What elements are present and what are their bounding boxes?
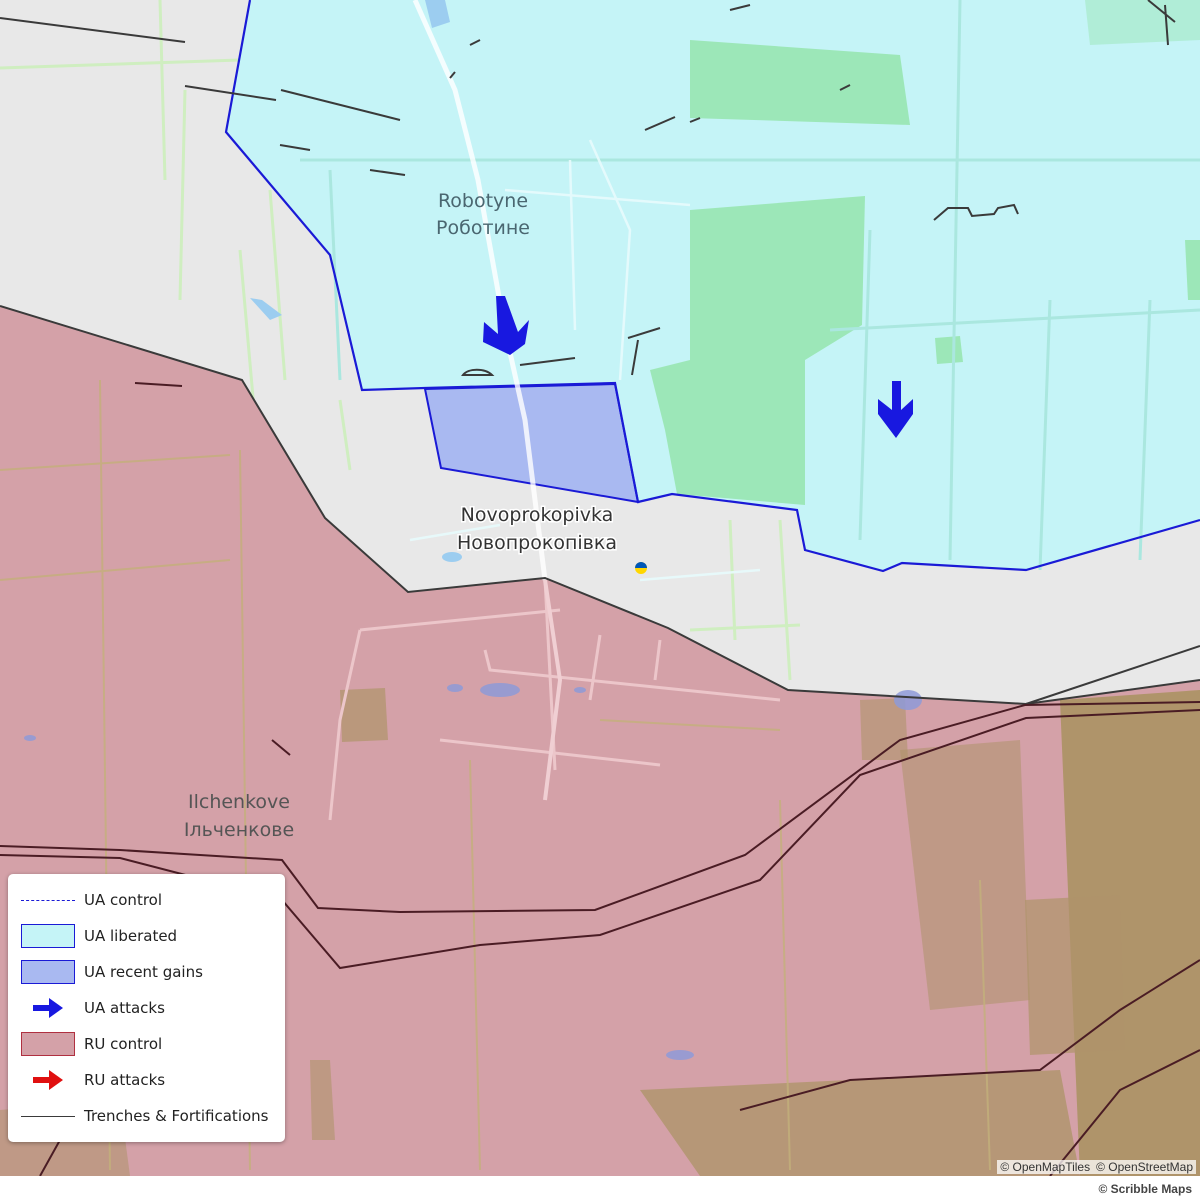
legend-label: Trenches & Fortifications — [84, 1107, 269, 1125]
dark-line-icon — [20, 1102, 76, 1130]
legend-item-ua-recent-gains: UA recent gains — [8, 957, 285, 987]
attribution-bar — [0, 1176, 1200, 1200]
blue-arrow-icon — [20, 994, 76, 1022]
ukraine-flag-icon[interactable] — [635, 562, 647, 574]
legend-label: UA recent gains — [84, 963, 203, 981]
legend-label: RU attacks — [84, 1071, 166, 1089]
openstreetmap-link[interactable]: © OpenStreetMap — [1096, 1160, 1193, 1174]
legend-item-ua-attacks: UA attacks — [8, 993, 285, 1023]
blue-swatch-icon — [20, 958, 76, 986]
legend-label: UA control — [84, 891, 163, 909]
place-name-latin: Ilchenkove — [188, 791, 290, 813]
legend-label: RU control — [84, 1035, 163, 1053]
place-name-cyrillic: Новопрокопівка — [457, 532, 617, 554]
legend-item-ua-liberated: UA liberated — [8, 921, 285, 951]
cyan-swatch-icon — [20, 922, 76, 950]
place-name-latin: Novoprokopivka — [461, 504, 614, 526]
place-name-cyrillic: Ільченкове — [184, 819, 294, 841]
legend-item-ru-attacks: RU attacks — [8, 1065, 285, 1095]
dashed-line-icon — [20, 886, 76, 914]
scribble-maps-credit[interactable]: © Scribble Maps — [1098, 1182, 1192, 1196]
legend-item-ru-control: RU control — [8, 1029, 285, 1059]
map-attribution: © OpenMapTiles © OpenStreetMap — [997, 1160, 1196, 1174]
legend-label: UA liberated — [84, 927, 178, 945]
openmaptiles-link[interactable]: © OpenMapTiles — [1000, 1160, 1090, 1174]
legend-label: UA attacks — [84, 999, 165, 1017]
red-swatch-icon — [20, 1030, 76, 1058]
red-arrow-icon — [20, 1066, 76, 1094]
place-name-latin: Robotyne — [438, 190, 528, 212]
legend-item-ua-control: UA control — [8, 885, 285, 915]
legend-item-trenches: Trenches & Fortifications — [8, 1101, 285, 1131]
map-legend: UA control UA liberated UA recent gains … — [8, 874, 285, 1142]
place-name-cyrillic: Роботине — [436, 217, 530, 239]
